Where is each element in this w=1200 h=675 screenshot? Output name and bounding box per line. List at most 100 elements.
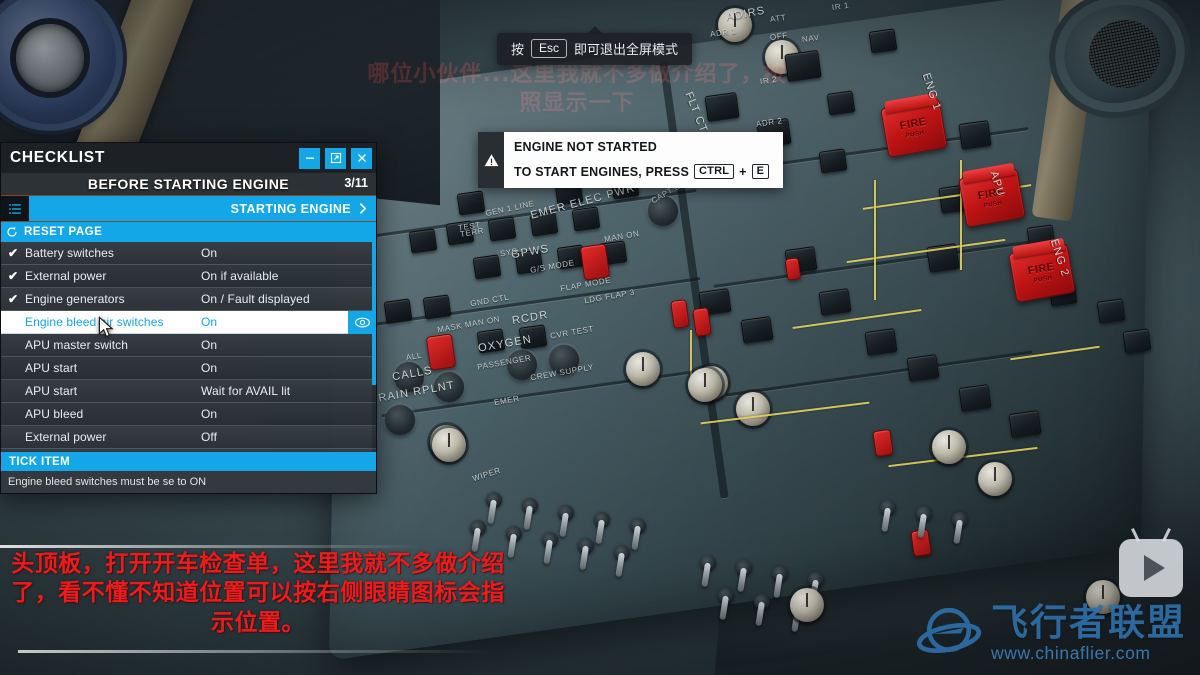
overhead-toggle-switch[interactable] bbox=[558, 505, 574, 521]
checklist-hint-text: Engine bleed switches must be se to ON bbox=[8, 476, 207, 488]
panel-pushbutton[interactable] bbox=[1008, 410, 1042, 438]
checklist-row[interactable]: APU bleed On bbox=[1, 403, 376, 426]
overhead-toggle-switch[interactable] bbox=[880, 500, 896, 516]
page-title: BEFORE STARTING ENGINE bbox=[87, 176, 290, 192]
eng2-bleed-valve[interactable] bbox=[784, 257, 802, 281]
overhead-toggle-switch[interactable] bbox=[522, 498, 538, 514]
panel-pushbutton[interactable] bbox=[383, 298, 413, 324]
checklist-nav-bar: STARTING ENGINE bbox=[1, 195, 376, 222]
overhead-toggle-switch[interactable] bbox=[754, 594, 770, 610]
overhead-rotary-knob[interactable] bbox=[790, 588, 824, 622]
overhead-toggle-switch[interactable] bbox=[470, 520, 486, 536]
video-play-button[interactable] bbox=[1119, 539, 1183, 597]
next-checklist-button[interactable]: STARTING ENGINE bbox=[29, 196, 376, 221]
overhead-rotary-knob[interactable] bbox=[932, 430, 966, 464]
checklist-item-name: APU master switch bbox=[25, 338, 129, 352]
panel-pushbutton[interactable] bbox=[818, 288, 852, 316]
checklist-item-name: APU bleed bbox=[25, 407, 84, 421]
checklist-row-partial[interactable] bbox=[1, 449, 376, 452]
close-button[interactable] bbox=[351, 147, 372, 169]
panel-pushbutton[interactable] bbox=[422, 294, 452, 320]
emer-elec-pwr-guard[interactable] bbox=[579, 243, 611, 281]
checklist-item-value: Wait for AVAIL lit bbox=[201, 384, 291, 398]
panel-pushbutton[interactable] bbox=[864, 328, 898, 356]
overhead-toggle-switch[interactable] bbox=[486, 492, 502, 508]
checklist-row[interactable]: APU master switch On bbox=[1, 334, 376, 357]
panel-pushbutton[interactable] bbox=[868, 28, 898, 54]
overhead-toggle-switch[interactable] bbox=[614, 545, 630, 561]
checklist-item-name: APU start bbox=[25, 361, 78, 375]
panel-pushbutton[interactable] bbox=[704, 91, 740, 123]
checklist-item-value: On bbox=[201, 407, 218, 421]
overhead-toggle-switch[interactable] bbox=[578, 538, 594, 554]
plus-sign: + bbox=[739, 164, 747, 179]
panel-pushbutton[interactable] bbox=[1096, 298, 1126, 324]
scrollbar-thumb[interactable] bbox=[372, 242, 376, 385]
overhead-toggle-switch[interactable] bbox=[952, 512, 968, 528]
checklist-title: CHECKLIST bbox=[10, 149, 105, 166]
checklist-row[interactable]: ✔ Engine generators On / Fault displayed bbox=[1, 288, 376, 311]
overhead-rotary-knob[interactable] bbox=[688, 368, 722, 402]
bleed-valve-indicator[interactable] bbox=[872, 428, 894, 458]
panel-pushbutton[interactable] bbox=[740, 316, 774, 344]
panel-label-ir1: IR 1 bbox=[831, 0, 850, 13]
fullscreen-exit-hint: 按 Esc 即可退出全屏模式 bbox=[497, 26, 693, 65]
bleed-schematic-line bbox=[960, 160, 962, 270]
checklist-item-value: On bbox=[201, 361, 218, 375]
panel-pushbutton[interactable] bbox=[487, 216, 517, 242]
overhead-toggle-switch[interactable] bbox=[718, 588, 734, 604]
minimize-button[interactable] bbox=[299, 147, 320, 169]
overhead-toggle-switch[interactable] bbox=[542, 532, 558, 548]
popout-button[interactable] bbox=[325, 147, 346, 169]
watermark: 飞行者联盟 www.chinaflier.com bbox=[916, 601, 1186, 667]
checklist-row[interactable]: APU start Wait for AVAIL lit bbox=[1, 380, 376, 403]
panel-pushbutton[interactable] bbox=[1122, 328, 1152, 354]
panel-pushbutton[interactable] bbox=[456, 190, 486, 216]
overhead-toggle-switch[interactable] bbox=[916, 506, 932, 522]
panel-pushbutton[interactable] bbox=[472, 254, 502, 280]
reset-page-button[interactable]: RESET PAGE bbox=[1, 222, 376, 242]
panel-pushbutton[interactable] bbox=[826, 90, 856, 116]
bleed-schematic-line bbox=[874, 180, 876, 300]
panel-pushbutton[interactable] bbox=[906, 354, 940, 382]
panel-rotary-knob[interactable] bbox=[385, 405, 415, 435]
panel-selector-knob[interactable] bbox=[736, 392, 770, 426]
main-annotation-text: 头顶板，打开开车检查单，这里我就不多做介绍了，看不懂不知道位置可以按右侧眼睛图标… bbox=[11, 551, 505, 636]
checklist-menu-icon[interactable] bbox=[1, 196, 29, 221]
overhead-toggle-switch[interactable] bbox=[594, 512, 610, 528]
panel-pushbutton[interactable] bbox=[818, 148, 848, 174]
checklist-row[interactable]: APU start On bbox=[1, 357, 376, 380]
overhead-rotary-knob[interactable] bbox=[432, 428, 466, 462]
checkmark-icon: ✔ bbox=[7, 246, 19, 260]
reset-page-label: RESET PAGE bbox=[24, 226, 103, 238]
checklist-row[interactable]: External power Off bbox=[1, 426, 376, 449]
engine-not-started-tooltip: ENGINE NOT STARTED TO START ENGINES, PRE… bbox=[478, 132, 784, 188]
tooltip-body: ENGINE NOT STARTED TO START ENGINES, PRE… bbox=[504, 132, 784, 188]
panel-pushbutton[interactable] bbox=[408, 228, 438, 254]
checklist-titlebar[interactable]: CHECKLIST bbox=[1, 143, 376, 173]
fire-sub: PUSH bbox=[1033, 274, 1053, 284]
checklist-row[interactable]: ✔ Battery switches On bbox=[1, 242, 376, 265]
checklist-item-value: On / Fault displayed bbox=[201, 292, 310, 306]
overhead-toggle-switch[interactable] bbox=[700, 555, 716, 571]
checklist-item-name: Battery switches bbox=[25, 246, 114, 260]
overhead-toggle-switch[interactable] bbox=[506, 526, 522, 542]
overhead-toggle-switch[interactable] bbox=[808, 572, 824, 588]
checklist-scrollbar[interactable] bbox=[372, 242, 376, 452]
checklist-items-list[interactable]: ✔ Battery switches On ✔ External power On if … bbox=[1, 242, 376, 452]
warning-triangle-icon bbox=[478, 132, 504, 188]
ctrl-key: CTRL bbox=[694, 164, 735, 179]
tick-item-button[interactable]: TICK ITEM bbox=[1, 452, 376, 471]
overhead-toggle-switch[interactable] bbox=[736, 560, 752, 576]
panel-pushbutton[interactable] bbox=[958, 120, 992, 150]
checklist-row[interactable]: Engine bleed air switches On bbox=[1, 311, 376, 334]
overhead-rotary-knob[interactable] bbox=[978, 462, 1012, 496]
checklist-item-name: Engine generators bbox=[25, 292, 125, 306]
cabin-pressure-selector[interactable] bbox=[626, 352, 660, 386]
overhead-toggle-switch[interactable] bbox=[630, 518, 646, 534]
panel-pushbutton[interactable] bbox=[958, 384, 992, 412]
panel-pushbutton[interactable] bbox=[784, 49, 822, 83]
checklist-row[interactable]: ✔ External power On if available bbox=[1, 265, 376, 288]
overhead-toggle-switch[interactable] bbox=[772, 566, 788, 582]
hint-tail bbox=[586, 26, 603, 34]
